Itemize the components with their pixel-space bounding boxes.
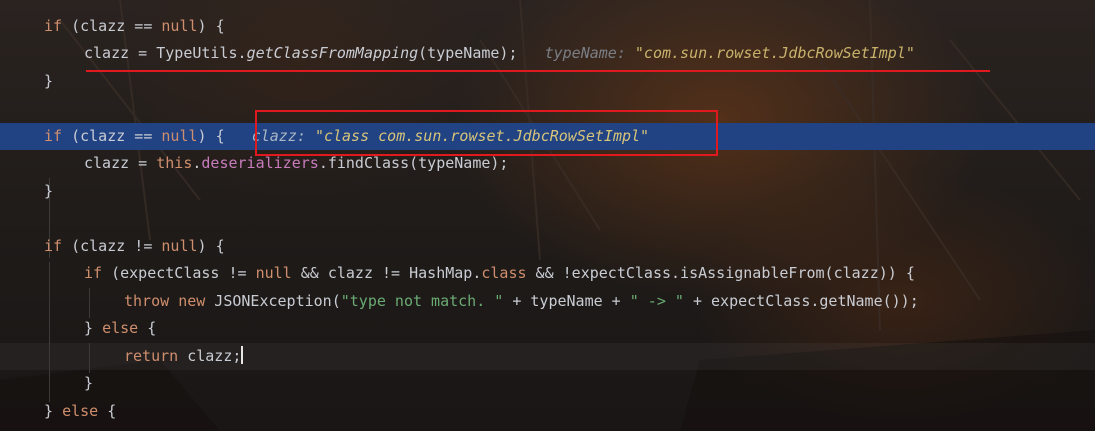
code-token: null <box>161 237 198 255</box>
code-token: ) { <box>197 237 225 255</box>
code-token: } <box>84 374 94 392</box>
code-token: deserializers <box>201 154 319 172</box>
code-token: } <box>44 402 63 420</box>
code-token: (typeName); <box>418 44 518 62</box>
code-line-text: throw new JSONException("type not match.… <box>124 288 919 315</box>
hint-gap <box>626 44 635 62</box>
code-line-text: return clazz; <box>124 343 244 370</box>
code-token: } <box>44 182 54 200</box>
code-token: + expectClass.getName()); <box>683 292 919 310</box>
code-line-text: } <box>84 370 93 397</box>
code-line[interactable]: } <box>0 68 1095 95</box>
code-token: clazz = <box>84 154 157 172</box>
code-token: JSONException( <box>205 292 341 310</box>
code-token: { <box>138 319 157 337</box>
code-token: ) { <box>197 127 225 145</box>
code-line[interactable] <box>0 205 1095 232</box>
code-line[interactable]: return clazz; <box>0 343 1095 370</box>
code-token: getClassFromMapping <box>246 44 419 62</box>
hint-gap <box>225 127 252 145</box>
code-line[interactable]: if (clazz == null) { <box>0 13 1095 40</box>
code-token: else <box>102 319 139 337</box>
code-line-text: if (clazz != null) { <box>44 233 225 260</box>
code-token: } <box>84 319 103 337</box>
hint-gap <box>518 44 545 62</box>
code-line[interactable]: if (expectClass != null && clazz != Hash… <box>0 260 1095 287</box>
code-line-text: clazz = TypeUtils.getClassFromMapping(ty… <box>84 40 915 67</box>
code-token: return <box>124 347 179 365</box>
code-token: null <box>161 127 198 145</box>
code-token: (clazz == <box>62 127 162 145</box>
inline-debug-hint-name: typeName: <box>544 44 626 62</box>
code-line-text: } else { <box>44 398 116 425</box>
code-line[interactable]: } else { <box>0 315 1095 342</box>
code-token: (expectClass != <box>102 264 256 282</box>
code-token: throw <box>124 292 170 310</box>
code-line-text: } <box>44 178 53 205</box>
code-token: && clazz != HashMap. <box>291 264 482 282</box>
code-line-text: } else { <box>84 315 156 342</box>
code-token: this <box>156 154 193 172</box>
code-token: } <box>44 72 54 90</box>
code-token: else <box>62 402 99 420</box>
code-token: ) { <box>197 17 225 35</box>
code-token: new <box>178 292 206 310</box>
code-line-text: } <box>44 68 53 95</box>
code-token: (clazz == <box>62 17 162 35</box>
code-token: (clazz != <box>62 237 162 255</box>
code-token: null <box>161 17 198 35</box>
annotation-box <box>255 110 718 156</box>
code-token: if <box>84 264 103 282</box>
code-token: && !expectClass.isAssignableFrom(clazz))… <box>526 264 915 282</box>
code-token: { <box>98 402 117 420</box>
code-token: if <box>44 17 63 35</box>
code-line[interactable]: if (clazz != null) { <box>0 233 1095 260</box>
code-token: class <box>481 264 527 282</box>
code-line[interactable]: } else { <box>0 398 1095 425</box>
code-editor[interactable]: if (clazz == null) {clazz = TypeUtils.ge… <box>0 0 1095 431</box>
code-token: clazz = TypeUtils. <box>84 44 247 62</box>
code-line-text: if (clazz == null) { <box>44 13 225 40</box>
code-token: null <box>255 264 292 282</box>
code-token: if <box>44 237 63 255</box>
code-line-text: if (expectClass != null && clazz != Hash… <box>84 260 915 287</box>
code-token: " -> " <box>629 292 684 310</box>
code-line[interactable]: } <box>0 178 1095 205</box>
code-token: + typeName + <box>503 292 630 310</box>
annotation-underline <box>86 70 990 72</box>
code-line[interactable]: clazz = TypeUtils.getClassFromMapping(ty… <box>0 40 1095 67</box>
inline-debug-hint-value: "com.sun.rowset.JdbcRowSetImpl" <box>634 44 915 62</box>
code-token: if <box>44 127 63 145</box>
code-line[interactable]: throw new JSONException("type not match.… <box>0 288 1095 315</box>
code-token: .findClass(typeName); <box>318 154 509 172</box>
text-caret <box>241 346 244 364</box>
code-line[interactable]: } <box>0 370 1095 397</box>
code-token: "type not match. " <box>340 292 504 310</box>
code-token: clazz; <box>178 347 242 365</box>
